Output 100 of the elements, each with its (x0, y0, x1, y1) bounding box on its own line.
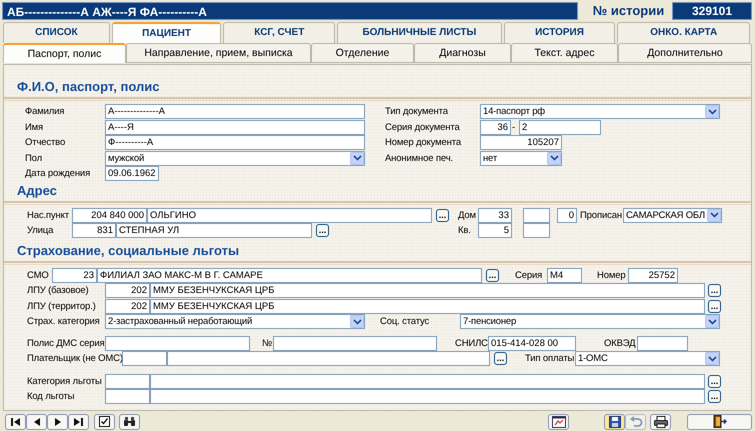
field-label: СНИЛС (455, 336, 488, 350)
tab[interactable]: ОНКО. КАРТА (617, 22, 750, 43)
input-field[interactable]: 202 (105, 283, 150, 298)
field-label: Кв. (458, 224, 472, 238)
browse-button[interactable]: ... (436, 208, 449, 222)
toolbar-button[interactable] (687, 414, 752, 430)
input-field[interactable]: 015-414-028 00 (488, 336, 576, 351)
field-label: ЛПУ (базовое) (27, 284, 90, 298)
input-field[interactable]: 202 (105, 298, 150, 314)
input-field[interactable]: А----Я (105, 120, 365, 135)
browse-button[interactable]: ... (708, 390, 721, 404)
field-label: Нас.пункт (27, 208, 70, 222)
input-field[interactable]: 0 (557, 208, 577, 223)
input-field[interactable]: 33 (478, 208, 512, 223)
tab[interactable]: КСГ, СЧЕТ (223, 22, 336, 43)
dropdown[interactable]: 14-паспорт рф (480, 104, 720, 120)
history-label: № истории (592, 2, 666, 20)
dropdown[interactable]: 1-ОМС (575, 351, 720, 366)
input-field[interactable]: ФИЛИАЛ ЗАО МАКС-М В Г. САМАРЕ (97, 268, 482, 283)
input-field[interactable]: 831 (72, 223, 116, 238)
field-label: № (262, 336, 273, 350)
input-field[interactable]: 204 840 000 (72, 208, 147, 223)
input-field[interactable]: 2 (519, 120, 601, 135)
browse-button[interactable]: ... (708, 284, 721, 298)
browse-button[interactable]: ... (708, 374, 721, 388)
input-field[interactable] (523, 208, 550, 223)
dropdown[interactable]: мужской (105, 150, 365, 166)
field-label: Номер документа (385, 136, 462, 150)
field-label: Тип документа (385, 105, 449, 118)
exit-door-icon (712, 415, 727, 428)
toolbar-button[interactable] (26, 414, 47, 430)
browse-button[interactable]: ... (708, 300, 721, 313)
input-field[interactable] (637, 336, 688, 351)
last-record-icon (73, 416, 84, 426)
subtab[interactable]: Дополнительно (618, 43, 752, 63)
browse-button[interactable]: ... (494, 352, 507, 366)
next-record-icon (54, 416, 62, 426)
field-label: Фамилия (25, 105, 66, 118)
section-heading: Ф.И.О, паспорт, полис (17, 79, 160, 95)
tab[interactable]: ИСТОРИЯ (504, 22, 616, 43)
input-field[interactable]: Ф----------А (105, 135, 365, 150)
field-label: ЛПУ (территор.) (27, 300, 97, 313)
toolbar-button[interactable] (548, 414, 569, 430)
tab[interactable]: ПАЦИЕНТ (112, 22, 222, 43)
input-field[interactable]: 5 (478, 223, 512, 238)
toolbar-button[interactable] (68, 414, 89, 430)
dropdown[interactable]: САМАРСКАЯ ОБЛ (623, 208, 722, 223)
subtab[interactable]: Текст. адрес (511, 43, 618, 63)
input-field[interactable] (523, 223, 550, 238)
input-field[interactable]: М4 (547, 268, 582, 283)
toolbar-button[interactable] (119, 414, 140, 430)
field-label: Полис ДМС серия (27, 336, 105, 350)
input-field[interactable]: ОЛЬГИНО (147, 208, 432, 223)
toolbar-button[interactable] (94, 414, 115, 430)
input-field[interactable]: ММУ БЕЗЕНЧУКСКАЯ ЦРБ (150, 298, 705, 314)
save-icon (608, 416, 620, 428)
field-label: - (512, 120, 516, 134)
tab[interactable]: СПИСОК (3, 22, 110, 43)
tab[interactable]: БОЛЬНИЧНЫЕ ЛИСТЫ (337, 22, 502, 43)
input-field[interactable] (167, 351, 490, 366)
checkbox-icon (99, 416, 110, 427)
toolbar-button[interactable] (47, 414, 68, 430)
browse-button[interactable]: ... (486, 268, 499, 282)
subtab[interactable]: Диагнозы (414, 43, 511, 63)
browse-button[interactable]: ... (316, 224, 329, 238)
input-field[interactable] (122, 351, 167, 366)
input-field[interactable]: 36 (480, 120, 511, 135)
dropdown[interactable]: 2-застрахованный неработающий (105, 314, 365, 330)
input-field[interactable]: А--------------А (105, 104, 365, 120)
input-field[interactable] (105, 374, 150, 389)
input-field[interactable]: СТЕПНАЯ УЛ (116, 223, 312, 238)
input-field[interactable]: 09.06.1962 (105, 166, 159, 182)
input-field[interactable] (105, 389, 150, 404)
input-field[interactable] (150, 389, 705, 404)
field-label: Номер (597, 268, 626, 282)
toolbar-button[interactable] (604, 414, 625, 430)
field-label: Имя (25, 120, 44, 134)
field-label: СМО (27, 268, 50, 282)
toolbar-button[interactable] (5, 414, 26, 430)
field-label: Отчество (25, 136, 66, 150)
undo-icon (628, 416, 642, 427)
subtab[interactable]: Отделение (311, 43, 414, 63)
history-number-field: 329101 (672, 2, 752, 20)
section-heading: Страхование, социальные льготы (17, 242, 240, 258)
dropdown[interactable]: нет (480, 150, 562, 166)
input-field[interactable]: 105207 (480, 135, 562, 150)
binoculars-icon (123, 416, 136, 427)
input-field[interactable]: ММУ БЕЗЕНЧУКСКАЯ ЦРБ (150, 283, 705, 298)
field-label: Серия (515, 268, 544, 282)
subtab[interactable]: Паспорт, полис (3, 43, 126, 63)
field-label: Дом (458, 208, 477, 222)
field-label: Плательщик (не ОМС) (27, 352, 122, 366)
input-field[interactable]: 23 (52, 268, 97, 283)
input-field[interactable]: 25752 (628, 268, 678, 283)
subtab[interactable]: Направление, прием, выписка (126, 43, 311, 63)
dropdown[interactable]: 7-пенсионер (460, 314, 720, 330)
input-field[interactable] (150, 374, 705, 389)
input-field[interactable] (273, 336, 437, 351)
toolbar-button[interactable] (650, 414, 671, 430)
input-field[interactable] (105, 336, 250, 351)
